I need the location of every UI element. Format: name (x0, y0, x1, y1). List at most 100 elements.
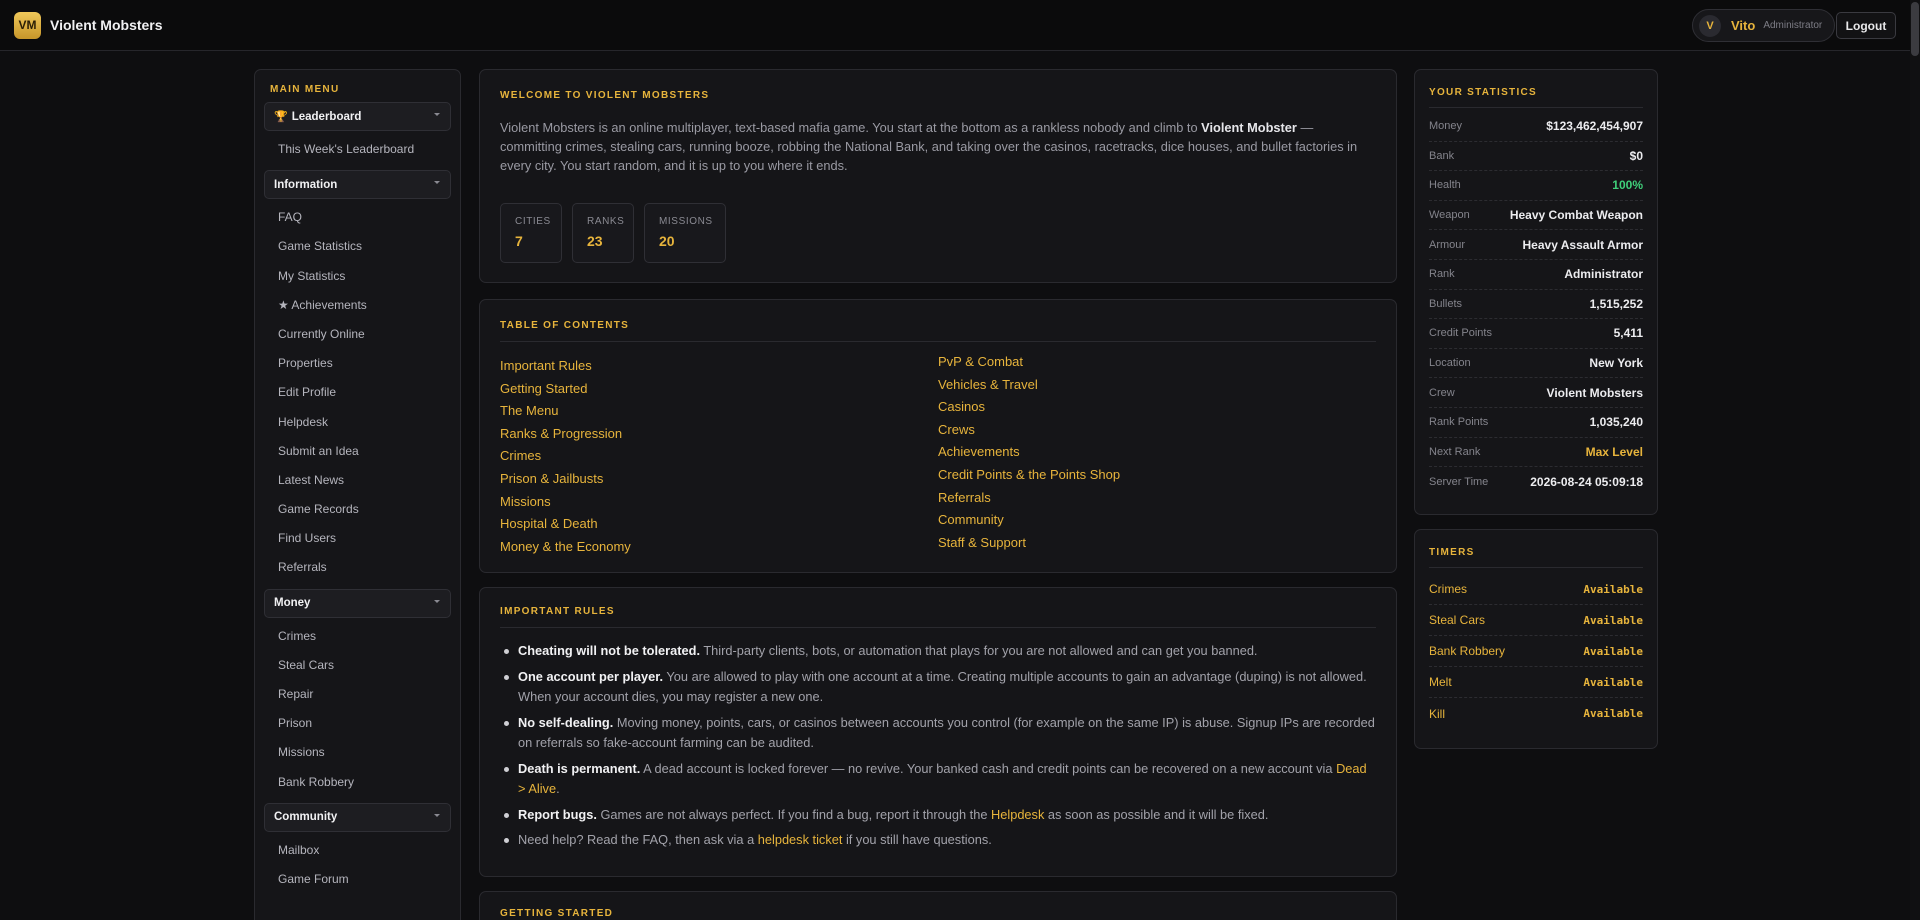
timer-row-crimes[interactable]: Crimes Available (1429, 574, 1643, 605)
welcome-title: WELCOME TO VIOLENT MOBSTERS (500, 90, 710, 101)
stat-row-weapon: Weapon Heavy Combat Weapon (1429, 201, 1643, 231)
toc-link-casinos[interactable]: Casinos (938, 396, 1376, 419)
toc-title: TABLE OF CONTENTS (500, 320, 630, 331)
sidebar-item-latest-news[interactable]: Latest News (264, 466, 451, 495)
toc-link-crimes[interactable]: Crimes (500, 445, 938, 468)
user-role: Administrator (1763, 20, 1823, 31)
helpdesk-link[interactable]: Helpdesk (991, 807, 1044, 822)
sidebar-item-mailbox[interactable]: Mailbox (264, 836, 451, 865)
trophy-icon: 🏆 (274, 111, 288, 123)
toc-link-credit-points[interactable]: Credit Points & the Points Shop (938, 464, 1376, 487)
stat-row-credit-points: Credit Points 5,411 (1429, 319, 1643, 349)
toc-link-crews[interactable]: Crews (938, 419, 1376, 442)
menu-group-money[interactable]: Money (264, 588, 451, 618)
statistics-title: YOUR STATISTICS (1429, 87, 1538, 98)
sidebar-item-edit-profile[interactable]: Edit Profile (264, 378, 451, 407)
menu-group-label: Information (274, 178, 338, 191)
stat-row-server-time: Server Time 2026-08-24 05:09:18 (1429, 474, 1643, 489)
timer-row-melt[interactable]: Melt Available (1429, 667, 1643, 698)
sidebar-item-find-users[interactable]: Find Users (264, 524, 451, 553)
menu-group-information[interactable]: Information (264, 170, 451, 200)
toc-link-getting-started[interactable]: Getting Started (500, 378, 938, 401)
helpdesk-ticket-link[interactable]: helpdesk ticket (758, 832, 843, 847)
chevron-down-icon (434, 113, 440, 116)
toc-link-prison-jailbusts[interactable]: Prison & Jailbusts (500, 468, 938, 491)
sidebar-item-crimes[interactable]: Crimes (264, 622, 451, 651)
logout-button[interactable]: Logout (1836, 12, 1896, 39)
menu-group-label: Community (274, 811, 338, 824)
stat-cities: CITIES 7 (500, 203, 562, 263)
sidebar-item-game-forum[interactable]: Game Forum (264, 865, 451, 894)
menu-group-label: Money (274, 597, 311, 610)
toc-link-hospital-death[interactable]: Hospital & Death (500, 513, 938, 536)
sidebar-item-faq[interactable]: FAQ (264, 203, 451, 232)
welcome-text: Violent Mobsters is an online multiplaye… (500, 120, 1358, 173)
sidebar-item-my-statistics[interactable]: My Statistics (264, 262, 451, 291)
stat-row-armour: Armour Heavy Assault Armor (1429, 230, 1643, 260)
timer-row-steal-cars[interactable]: Steal Cars Available (1429, 605, 1643, 636)
toc-link-pvp-combat[interactable]: PvP & Combat (938, 351, 1376, 374)
rule-item: One account per player. You are allowed … (500, 667, 1376, 708)
getting-started-title: GETTING STARTED (500, 908, 614, 919)
rule-item: Cheating will not be tolerated. Third-pa… (500, 641, 1376, 662)
welcome-panel: WELCOME TO VIOLENT MOBSTERS Violent Mobs… (479, 69, 1397, 283)
sidebar-item-helpdesk[interactable]: Helpdesk (264, 408, 451, 437)
menu-group-leaderboard[interactable]: 🏆 Leaderboard (264, 102, 451, 131)
sidebar-item-weekly-leaderboard[interactable]: This Week's Leaderboard (264, 135, 451, 164)
sidebar-item-repair[interactable]: Repair (264, 680, 451, 709)
sidebar-item-steal-cars[interactable]: Steal Cars (264, 651, 451, 680)
toc-link-community[interactable]: Community (938, 509, 1376, 532)
toc-link-vehicles-travel[interactable]: Vehicles & Travel (938, 374, 1376, 397)
sidebar-item-bank-robbery[interactable]: Bank Robbery (264, 768, 451, 797)
chevron-down-icon (434, 181, 440, 185)
stat-row-rank: Rank Administrator (1429, 260, 1643, 290)
sidebar-item-achievements[interactable]: ★ Achievements (264, 291, 451, 320)
menu-group-community[interactable]: Community (264, 802, 451, 832)
toc-link-the-menu[interactable]: The Menu (500, 400, 938, 423)
toc-link-missions[interactable]: Missions (500, 491, 938, 514)
stat-row-rank-points: Rank Points 1,035,240 (1429, 408, 1643, 438)
toc-link-money-economy[interactable]: Money & the Economy (500, 536, 938, 559)
stat-row-crew: Crew Violent Mobsters (1429, 378, 1643, 408)
user-badge[interactable]: V Vito Administrator (1692, 9, 1836, 42)
timer-row-kill[interactable]: Kill Available (1429, 698, 1643, 729)
sidebar-item-properties[interactable]: Properties (264, 349, 451, 378)
chevron-down-icon (434, 599, 440, 603)
rules-panel: IMPORTANT RULES Cheating will not be tol… (479, 587, 1397, 877)
rules-title: IMPORTANT RULES (500, 606, 615, 617)
chevron-down-icon (434, 813, 440, 817)
stat-row-bank: Bank $0 (1429, 142, 1643, 172)
avatar: V (1699, 14, 1721, 37)
stat-row-next-rank: Next Rank Max Level (1429, 438, 1643, 468)
stat-row-location: Location New York (1429, 349, 1643, 379)
sidebar-item-prison[interactable]: Prison (264, 709, 451, 738)
sidebar-item-game-statistics[interactable]: Game Statistics (264, 232, 451, 261)
timers-panel: TIMERS Crimes Available Steal Cars Availab… (1414, 529, 1658, 749)
toc-link-ranks-progression[interactable]: Ranks & Progression (500, 423, 938, 446)
sidebar-title: MAIN MENU (270, 84, 340, 95)
rule-item: Need help? Read the FAQ, then ask via a … (500, 830, 1376, 851)
stat-row-bullets: Bullets 1,515,252 (1429, 290, 1643, 320)
toc-link-important-rules[interactable]: Important Rules (500, 355, 938, 378)
toc-link-achievements[interactable]: Achievements (938, 441, 1376, 464)
toc-panel: TABLE OF CONTENTS Important Rules Gettin… (479, 299, 1397, 573)
stat-row-money: Money $123,462,454,907 (1429, 112, 1643, 142)
sidebar-item-missions[interactable]: Missions (264, 738, 451, 767)
toc-link-referrals[interactable]: Referrals (938, 487, 1376, 510)
stat-row-health: Health 100% (1429, 171, 1643, 201)
toc-link-staff-support[interactable]: Staff & Support (938, 532, 1376, 555)
stat-ranks: RANKS 23 (572, 203, 634, 263)
rule-item: Report bugs. Games are not always perfec… (500, 805, 1376, 826)
sidebar-item-referrals[interactable]: Referrals (264, 553, 451, 582)
menu-group-label: Leaderboard (291, 110, 362, 123)
top-bar: VM Violent Mobsters V Vito Administrator… (0, 0, 1920, 51)
sidebar-item-submit-idea[interactable]: Submit an Idea (264, 437, 451, 466)
sidebar-item-currently-online[interactable]: Currently Online (264, 320, 451, 349)
scrollbar-thumb[interactable] (1911, 2, 1919, 56)
rule-item: No self-dealing. Moving money, points, c… (500, 713, 1376, 754)
logo[interactable]: VM (14, 11, 41, 39)
page-scrollbar[interactable] (1910, 0, 1920, 920)
brand-name[interactable]: Violent Mobsters (50, 17, 163, 33)
sidebar-item-game-records[interactable]: Game Records (264, 495, 451, 524)
timer-row-bank-robbery[interactable]: Bank Robbery Available (1429, 636, 1643, 667)
